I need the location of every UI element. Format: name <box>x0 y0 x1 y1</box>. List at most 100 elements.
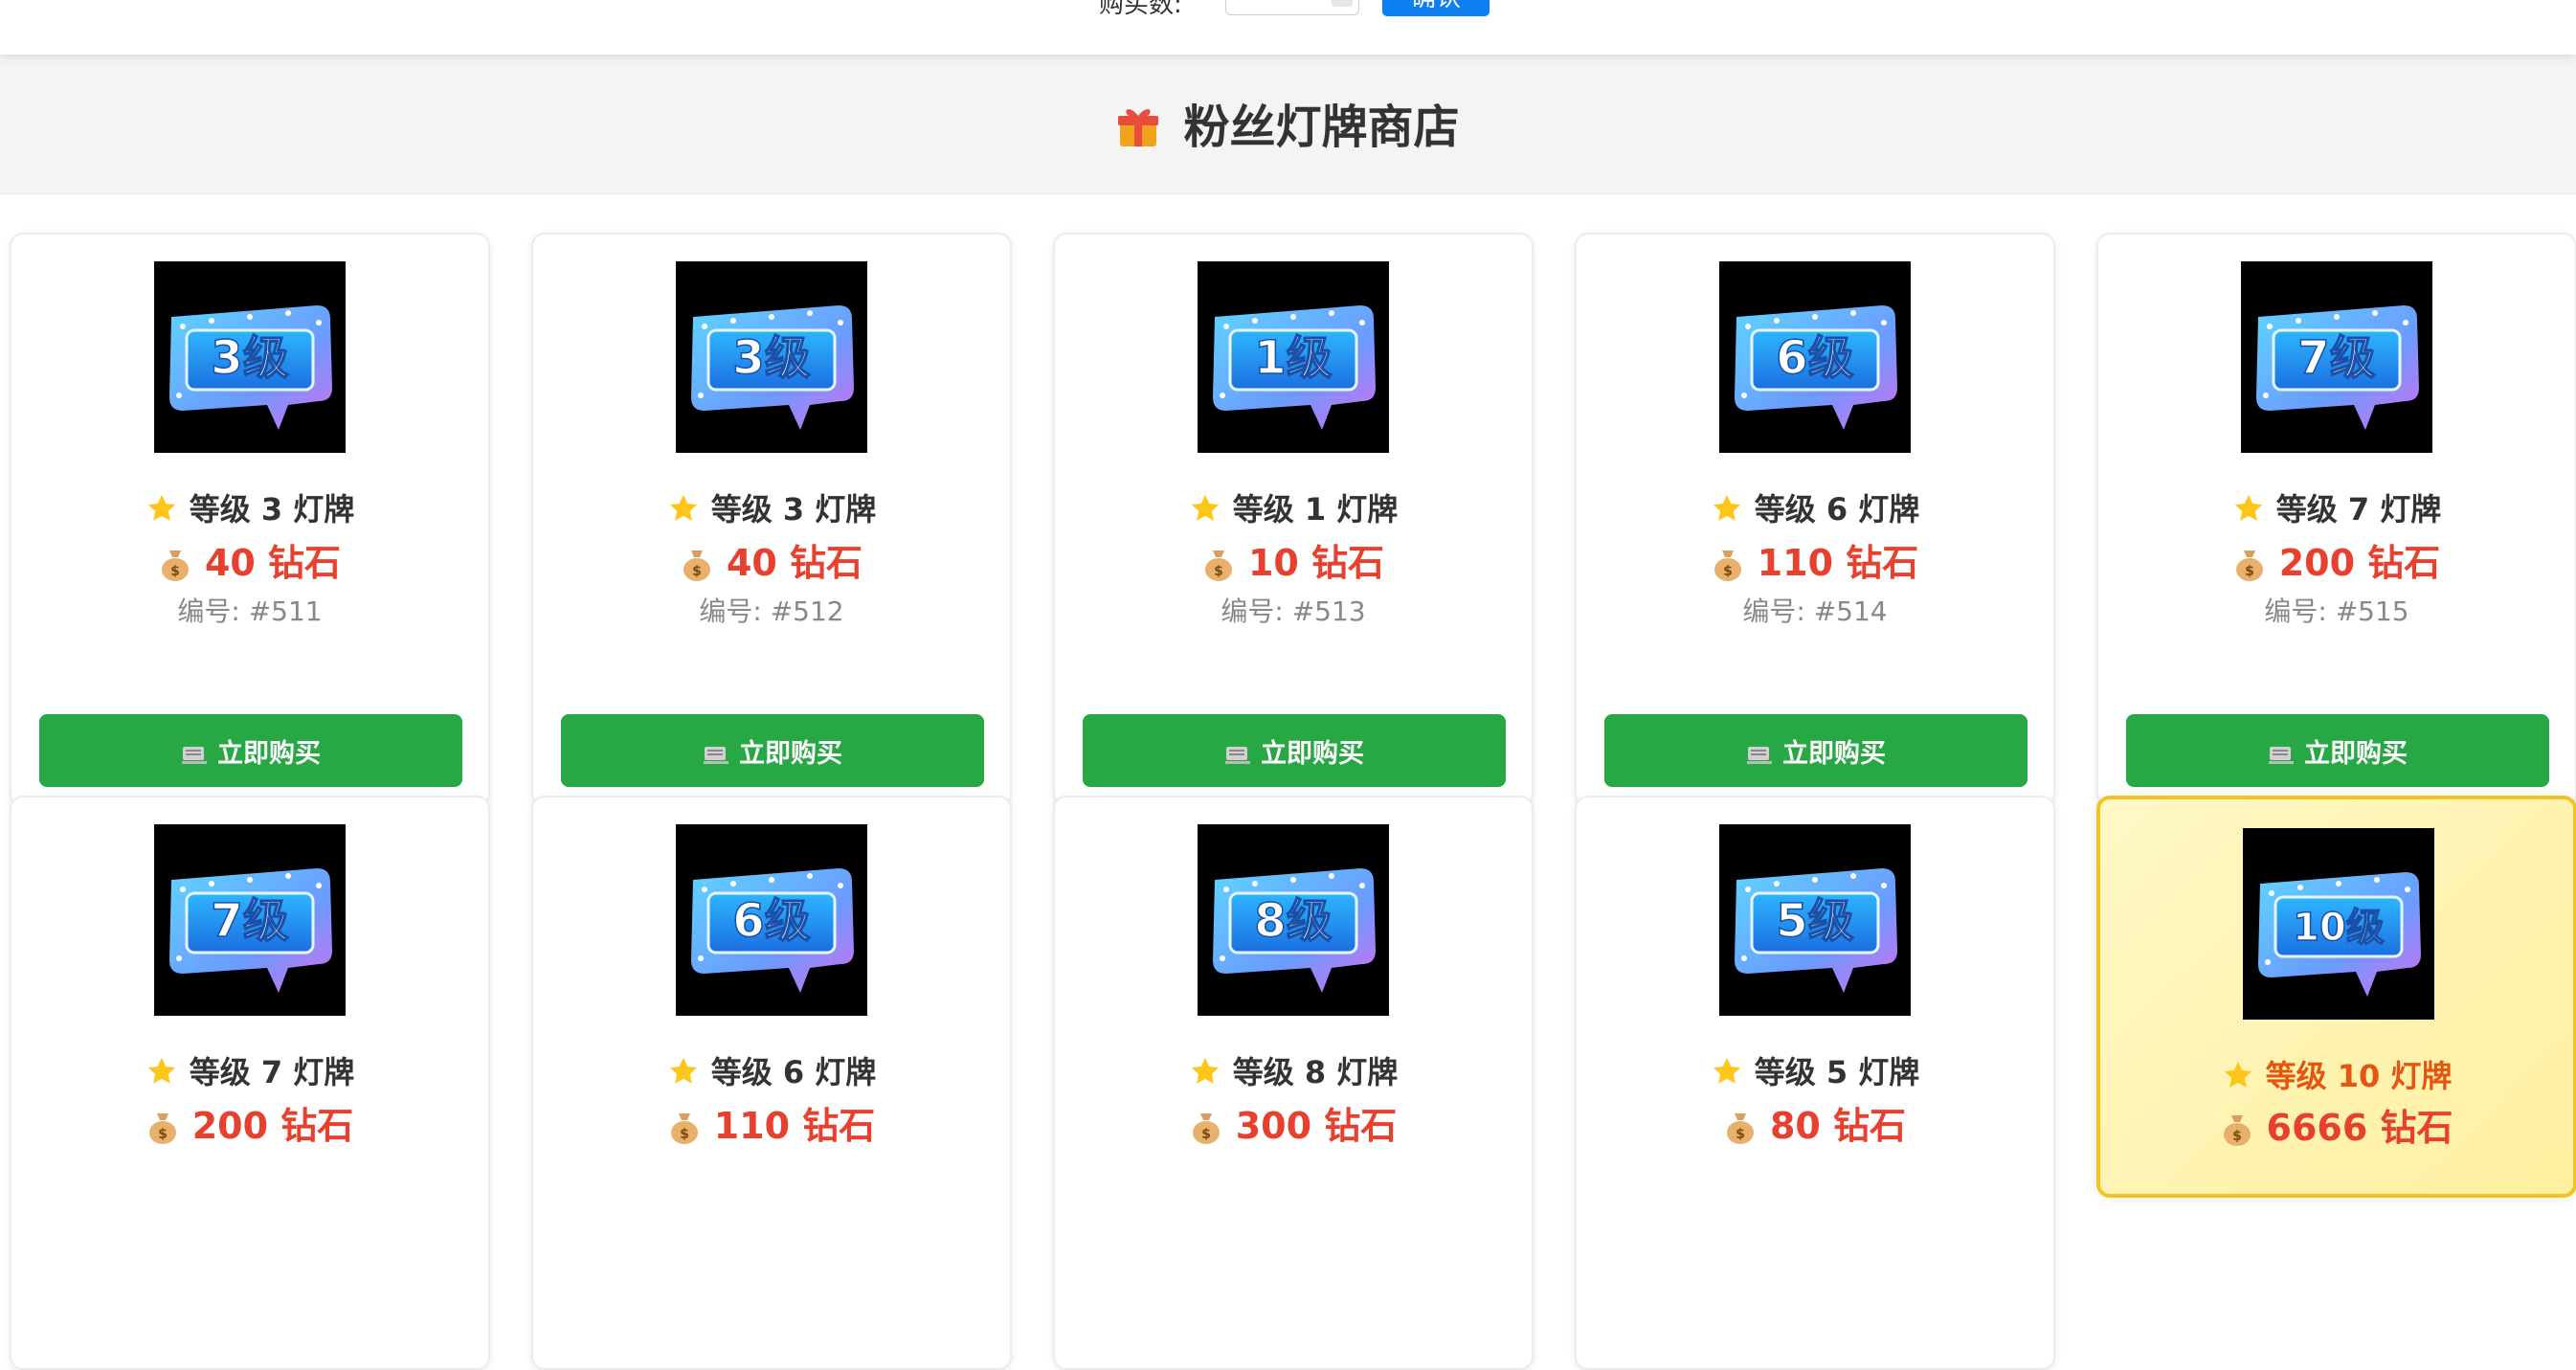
price-text: 40 钻石 <box>204 542 342 584</box>
product-card: 3级 等级 3 灯牌 $40 钻石 编号: #511 立即购买 <box>10 233 490 807</box>
money-bag-icon: $ <box>146 1110 179 1144</box>
svg-text:5级: 5级 <box>1776 894 1853 948</box>
level-label: 等级 7 灯牌 <box>11 1048 488 1092</box>
money-bag-icon: $ <box>681 547 713 581</box>
level-text: 等级 7 灯牌 <box>189 1054 355 1090</box>
product-id: 编号: #513 <box>1221 595 1366 627</box>
buy-now-button[interactable]: 立即购买 <box>1083 714 1506 787</box>
money-bag-icon: $ <box>668 1110 701 1144</box>
level-badge-image: 6级 <box>1719 261 1911 453</box>
star-icon <box>1711 1055 1743 1088</box>
level-text: 等级 1 灯牌 <box>1232 491 1399 528</box>
svg-text:$: $ <box>680 1127 689 1142</box>
price-text: 110 钻石 <box>1757 542 1919 584</box>
price-text: 40 钻石 <box>726 542 863 584</box>
star-icon <box>2222 1059 2254 1091</box>
quantity-input[interactable] <box>1225 0 1359 15</box>
level-text: 等级 7 灯牌 <box>2275 491 2442 528</box>
price-text: 300 钻石 <box>1235 1105 1398 1147</box>
svg-text:1级: 1级 <box>1254 331 1332 385</box>
star-icon <box>1189 492 1221 525</box>
cart-icon <box>1224 742 1251 764</box>
price-label: $40 钻石 <box>533 533 1010 586</box>
level-label: 等级 3 灯牌 <box>533 485 1010 529</box>
level-text: 等级 3 灯牌 <box>189 491 355 528</box>
level-label: 等级 6 灯牌 <box>1577 485 2053 529</box>
gift-icon <box>1116 104 1160 148</box>
svg-text:6级: 6级 <box>1776 331 1853 385</box>
level-text: 等级 8 灯牌 <box>1232 1054 1399 1090</box>
buy-now-button[interactable]: 立即购买 <box>39 714 462 787</box>
svg-text:6级: 6级 <box>732 894 810 948</box>
price-text: 6666 钻石 <box>2266 1107 2453 1149</box>
product-card: 6级等级 6 灯牌 $110 钻石 <box>531 796 1012 1370</box>
level-label: 等级 10 灯牌 <box>2100 1052 2573 1096</box>
price-label: $200 钻石 <box>11 1096 488 1149</box>
product-card: 7级等级 7 灯牌 $200 钻石编号: #515 立即购买 <box>2096 233 2576 807</box>
buy-now-button[interactable]: 立即购买 <box>1604 714 2027 787</box>
svg-text:$: $ <box>692 564 702 579</box>
buy-now-label: 立即购买 <box>1261 738 1364 769</box>
level-text: 等级 6 灯牌 <box>710 1054 877 1090</box>
svg-text:7级: 7级 <box>211 894 288 948</box>
shop-title-text: 粉丝灯牌商店 <box>1183 101 1460 154</box>
svg-text:$: $ <box>2245 564 2254 579</box>
level-badge-image: 5级 <box>1719 824 1911 1016</box>
level-label: 等级 5 灯牌 <box>1577 1048 2053 1092</box>
price-label: $40 钻石 <box>11 533 488 586</box>
spinner-icon[interactable] <box>1332 0 1353 7</box>
level-label: 等级 6 灯牌 <box>533 1048 1010 1092</box>
level-badge-image: 3级 <box>676 261 867 453</box>
page-title: 粉丝灯牌商店 <box>0 89 2576 156</box>
confirm-button[interactable]: 确认 <box>1382 0 1490 16</box>
star-icon <box>1189 1055 1221 1088</box>
product-id: 编号: #514 <box>1742 595 1888 627</box>
price-label: $110 钻石 <box>533 1096 1010 1149</box>
level-badge-image: 7级 <box>2241 261 2432 453</box>
top-bar: 购买数: 确认 <box>0 0 2576 55</box>
product-card: 5级 等级 5 灯牌 $80 钻石 <box>1575 796 2055 1370</box>
star-icon <box>1711 492 1743 525</box>
price-text: 80 钻石 <box>1769 1105 1907 1147</box>
price-label: $300 钻石 <box>1055 1096 1532 1149</box>
level-badge-image: 3级 <box>154 261 346 453</box>
price-text: 110 钻石 <box>713 1105 876 1147</box>
buy-now-label: 立即购买 <box>2304 738 2408 769</box>
buy-now-label: 立即购买 <box>739 738 842 769</box>
price-label: $10 钻石 <box>1055 533 1532 586</box>
money-bag-icon: $ <box>1724 1110 1757 1144</box>
svg-text:$: $ <box>2232 1129 2242 1144</box>
cart-icon <box>1746 742 1773 764</box>
svg-text:3级: 3级 <box>732 331 810 385</box>
price-label: $200 钻石 <box>2098 533 2575 586</box>
level-label: 等级 3 灯牌 <box>11 485 488 529</box>
level-badge-image: 10级 <box>2243 828 2434 1020</box>
money-bag-icon: $ <box>2233 547 2266 581</box>
price-text: 200 钻石 <box>191 1105 354 1147</box>
product-card: 1级等级 1 灯牌 $10 钻石编号: #513 立即购买 <box>1053 233 1534 807</box>
svg-text:8级: 8级 <box>1254 894 1332 948</box>
level-badge-image: 7级 <box>154 824 346 1016</box>
buy-now-button[interactable]: 立即购买 <box>2126 714 2549 787</box>
quantity-label: 购买数: <box>1099 0 1182 19</box>
price-label: $110 钻石 <box>1577 533 2053 586</box>
product-id: 编号: #515 <box>2264 595 2409 627</box>
level-badge-image: 1级 <box>1198 261 1389 453</box>
product-card: 8级等级 8 灯牌 $300 钻石 <box>1053 796 1534 1370</box>
buy-now-button[interactable]: 立即购买 <box>561 714 984 787</box>
svg-text:$: $ <box>1736 1127 1745 1142</box>
product-card: 7级等级 7 灯牌 $200 钻石 <box>10 796 490 1370</box>
svg-text:$: $ <box>158 1127 168 1142</box>
star-icon <box>146 1055 178 1088</box>
price-label: $80 钻石 <box>1577 1096 2053 1149</box>
svg-text:$: $ <box>1214 564 1223 579</box>
product-id: 编号: #512 <box>699 595 844 627</box>
money-bag-icon: $ <box>1712 547 1744 581</box>
price-label: $6666 钻石 <box>2100 1098 2573 1151</box>
level-label: 等级 8 灯牌 <box>1055 1048 1532 1092</box>
svg-text:7级: 7级 <box>2297 331 2375 385</box>
product-card: 10级 等级 10 灯牌 $6666 钻石 <box>2096 796 2576 1198</box>
svg-text:$: $ <box>170 564 180 579</box>
money-bag-icon: $ <box>159 547 191 581</box>
svg-text:$: $ <box>1723 564 1733 579</box>
